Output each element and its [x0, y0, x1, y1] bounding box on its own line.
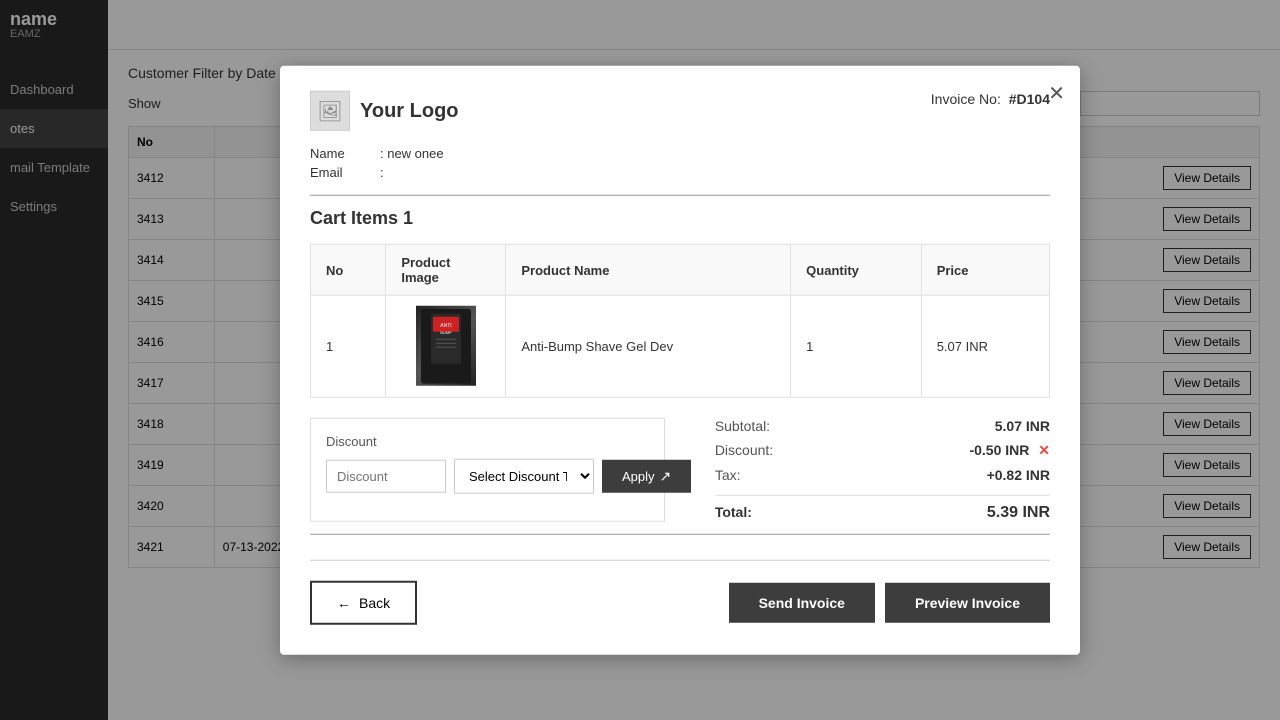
name-value: : new onee	[380, 146, 444, 161]
divider-top	[310, 195, 1050, 196]
discount-row: Discount: -0.50 INR ✕	[715, 441, 1050, 458]
discount-controls: Select Discount Typ Percentage Fixed App…	[326, 458, 649, 493]
preview-invoice-button[interactable]: Preview Invoice	[885, 582, 1050, 622]
email-value: :	[380, 165, 384, 180]
row-product-name: Anti-Bump Shave Gel Dev	[506, 295, 791, 397]
discount-total-value: -0.50 INR ✕	[969, 441, 1050, 458]
tax-label: Tax:	[715, 466, 741, 482]
product-image-placeholder: ANTI BUMP	[416, 306, 476, 386]
customer-name-row: Name : new onee	[310, 146, 1050, 161]
logo-image-icon: 🖼	[317, 98, 342, 123]
apply-label: Apply	[622, 468, 655, 483]
discount-amount: -0.50 INR	[969, 441, 1029, 457]
tax-value: +0.82 INR	[987, 466, 1050, 482]
divider-bottom	[310, 533, 1050, 534]
invoice-number: Invoice No: #D104	[931, 91, 1050, 107]
close-button[interactable]: ✕	[1048, 81, 1065, 106]
back-button[interactable]: ← Back	[310, 580, 417, 624]
back-icon: ←	[337, 594, 351, 610]
col-no: No	[311, 244, 386, 295]
tax-row: Tax: +0.82 INR	[715, 466, 1050, 482]
customer-info: Name : new onee Email :	[310, 146, 1050, 180]
total-row: Total: 5.39 INR	[715, 494, 1050, 521]
logo-label: Your Logo	[360, 99, 459, 122]
apply-icon: ↗	[660, 467, 672, 484]
row-quantity: 1	[791, 295, 922, 397]
email-label: Email	[310, 165, 380, 180]
cart-row: 1 ANTI BUMP	[311, 295, 1050, 397]
col-product-image: Product Image	[386, 244, 506, 295]
svg-text:ANTI: ANTI	[440, 322, 451, 328]
customer-email-row: Email :	[310, 165, 1050, 180]
row-price: 5.07 INR	[921, 295, 1049, 397]
logo-icon: 🖼	[310, 91, 350, 131]
modal-footer: ← Back Send Invoice Preview Invoice	[310, 559, 1050, 624]
col-price: Price	[921, 244, 1049, 295]
modal-logo: 🖼 Your Logo	[310, 91, 459, 131]
footer-right-buttons: Send Invoice Preview Invoice	[729, 582, 1050, 622]
discount-label: Discount	[326, 433, 649, 448]
totals-box: Subtotal: 5.07 INR Discount: -0.50 INR ✕…	[695, 417, 1050, 521]
discount-type-select[interactable]: Select Discount Typ Percentage Fixed	[454, 458, 594, 493]
name-label: Name	[310, 146, 380, 161]
subtotal-row: Subtotal: 5.07 INR	[715, 417, 1050, 433]
row-product-image: ANTI BUMP	[386, 295, 506, 397]
apply-button[interactable]: Apply ↗	[602, 459, 691, 492]
back-label: Back	[359, 594, 390, 610]
subtotal-value: 5.07 INR	[995, 417, 1050, 433]
total-label: Total:	[715, 503, 752, 521]
discount-input[interactable]	[326, 459, 446, 492]
discount-box: Discount Select Discount Typ Percentage …	[310, 417, 665, 521]
cart-table: No Product Image Product Name Quantity P…	[310, 244, 1050, 398]
cart-title: Cart Items 1	[310, 208, 1050, 229]
total-value: 5.39 INR	[987, 503, 1050, 521]
send-invoice-button[interactable]: Send Invoice	[729, 582, 875, 622]
invoice-modal: ✕ 🖼 Your Logo Invoice No: #D104 Name : n…	[280, 66, 1080, 655]
bottom-section: Discount Select Discount Typ Percentage …	[310, 417, 1050, 521]
invoice-value: #D104	[1009, 91, 1050, 107]
col-quantity: Quantity	[791, 244, 922, 295]
modal-header: 🖼 Your Logo Invoice No: #D104	[310, 91, 1050, 131]
subtotal-label: Subtotal:	[715, 417, 770, 433]
invoice-label: Invoice No:	[931, 91, 1001, 107]
svg-text:BUMP: BUMP	[440, 329, 452, 334]
row-no: 1	[311, 295, 386, 397]
remove-discount-icon[interactable]: ✕	[1038, 441, 1050, 457]
col-product-name: Product Name	[506, 244, 791, 295]
discount-total-label: Discount:	[715, 441, 773, 458]
